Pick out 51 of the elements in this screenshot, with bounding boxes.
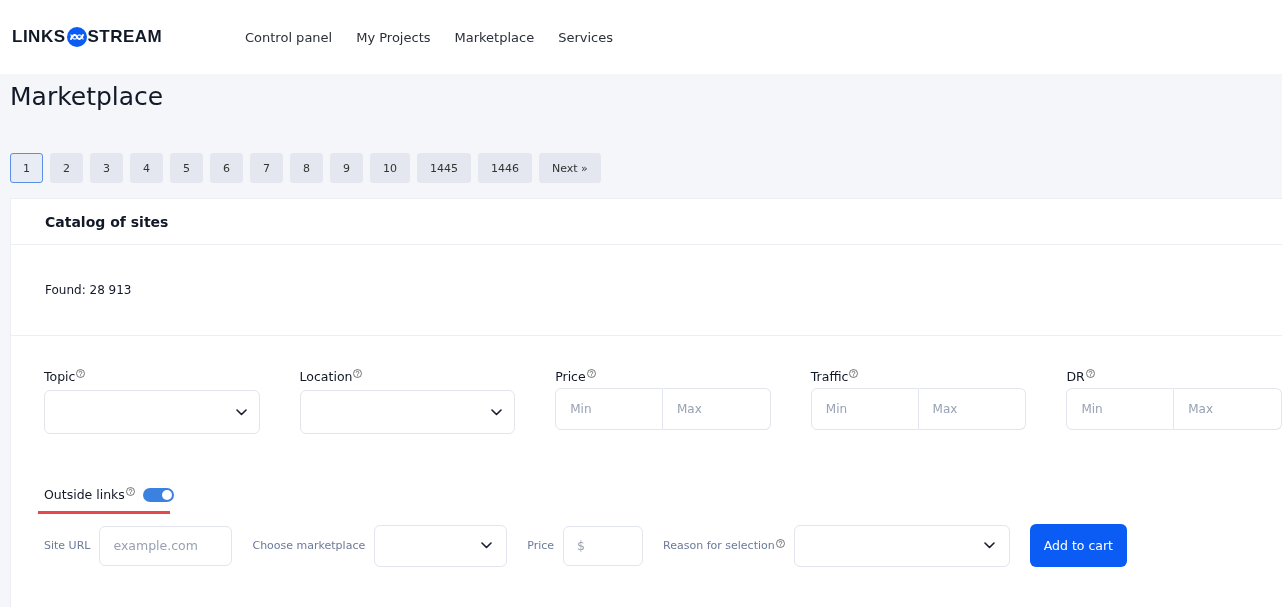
select-field[interactable] [44,390,260,434]
nav-link[interactable]: Marketplace [454,29,535,45]
input-field[interactable]: $ [563,525,644,566]
select-field[interactable] [374,524,508,567]
page-button[interactable]: 5 [170,153,203,183]
chevron-down-icon [983,542,995,549]
page-button[interactable]: 8 [290,153,323,183]
field-label: Outside links [44,487,125,502]
min-field[interactable]: Min [555,388,663,430]
field-label: Price [527,539,555,552]
page-button[interactable]: Next » [539,153,601,183]
nav-link[interactable]: Control panel [245,29,333,45]
chevron-down-icon [481,542,493,549]
max-field[interactable]: Max [918,388,1027,430]
add-to-cart-button[interactable]: Add to cart [1029,524,1127,567]
found-count: Found: 28 913 [45,283,132,297]
page-button[interactable]: 7 [250,153,283,183]
page-button[interactable]: 3 [90,153,123,183]
page-button[interactable]: 6 [210,153,243,183]
field-label: Price [555,369,586,384]
page-button[interactable]: 1 [10,153,43,183]
page-button[interactable]: 9 [330,153,363,183]
page-button[interactable]: 1446 [478,153,532,183]
logo-icon [66,27,87,47]
chevron-down-icon [235,408,247,416]
nav-link[interactable]: My Projects [356,29,431,45]
page-button[interactable]: 10 [370,153,410,183]
field-label: Site URL [44,539,91,552]
field-label: Traffic [810,369,849,384]
field-label: Choose marketplace [252,539,366,552]
max-field[interactable]: Max [663,388,771,430]
nav-link[interactable]: Services [558,29,613,45]
page-title: Marketplace [10,81,165,113]
card-title: Catalog of sites [45,213,169,230]
logo-text: STREAM [87,27,163,47]
min-field[interactable]: Min [1066,388,1175,430]
field-label: Topic [44,369,76,384]
field-label: Reason for selection [663,539,775,552]
toggle-switch[interactable] [142,487,174,502]
max-field[interactable]: Max [1174,388,1282,430]
page-button[interactable]: 4 [130,153,163,183]
select-field[interactable] [793,524,1010,567]
min-field[interactable]: Min [810,388,919,430]
page-button[interactable]: 2 [50,153,83,183]
select-field[interactable] [299,390,516,434]
field-label: DR [1066,369,1085,384]
page-button[interactable]: 1445 [417,153,471,183]
chevron-down-icon [491,408,503,416]
field-label: Location [299,369,353,384]
input-field[interactable]: example.com [99,525,233,566]
logo-text: LINKS [12,27,66,47]
